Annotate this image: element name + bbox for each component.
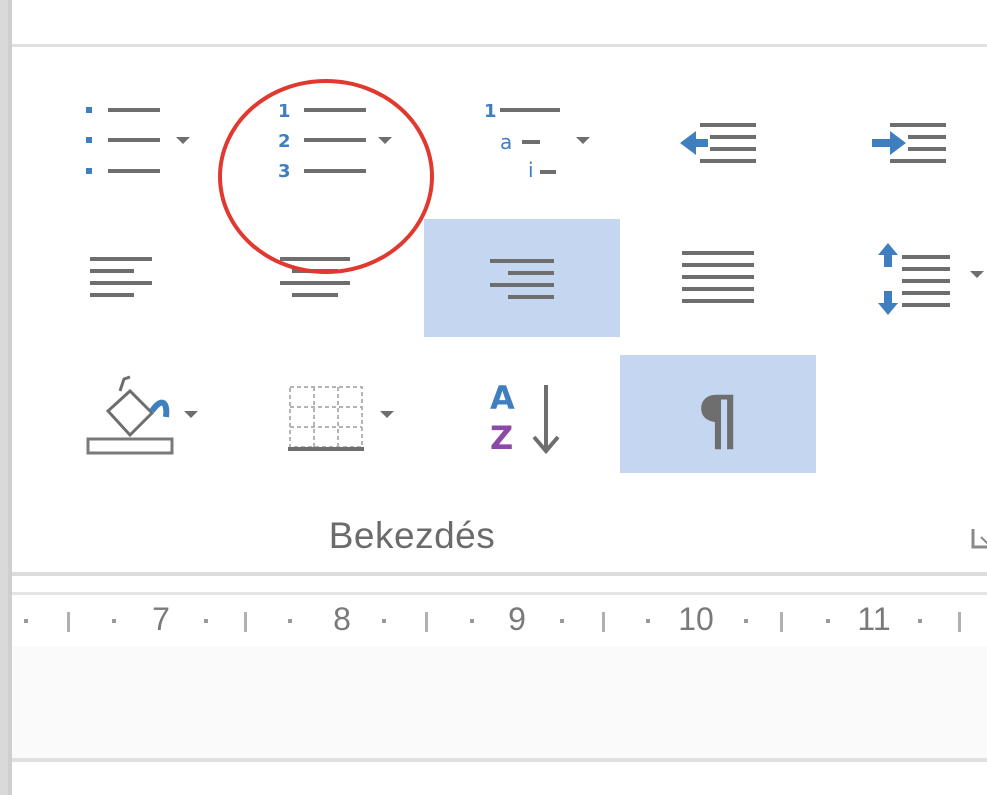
list-number-2: 2 bbox=[278, 131, 291, 152]
group-label: Bekezdés bbox=[328, 515, 496, 556]
ruler-scale: 7 8 9 10 11 bbox=[12, 592, 987, 637]
document-area[interactable] bbox=[12, 646, 987, 762]
line-spacing-button[interactable] bbox=[796, 219, 987, 337]
ruler-tick bbox=[244, 612, 247, 632]
sort-az-icon: A Z bbox=[490, 379, 560, 457]
window-bottom bbox=[12, 762, 987, 795]
level-glyph-1: 1 bbox=[484, 101, 497, 122]
line-spacing-icon bbox=[878, 243, 984, 315]
multilevel-list-button[interactable]: 1 a i bbox=[404, 77, 600, 195]
ruler-label: 10 bbox=[678, 601, 714, 637]
justify-button[interactable] bbox=[620, 219, 816, 337]
ruler-label: 7 bbox=[152, 601, 170, 637]
ruler-dot bbox=[560, 619, 564, 623]
ruler-label: 9 bbox=[508, 601, 526, 637]
word-window: 1 2 3 1 a i A Z ¶ Bekezdés 7 8 9 10 11 bbox=[8, 0, 987, 795]
pilcrow-icon: ¶ bbox=[697, 382, 739, 459]
ruler-dot bbox=[826, 619, 830, 623]
chevron-down-icon bbox=[380, 411, 394, 418]
align-right-icon bbox=[490, 259, 554, 299]
horizontal-ruler: 7 8 9 10 11 bbox=[12, 572, 987, 650]
ruler-dot bbox=[204, 619, 208, 623]
ruler-tick bbox=[67, 612, 70, 632]
align-right-button[interactable] bbox=[424, 219, 620, 337]
sort-letter-z: Z bbox=[490, 419, 513, 457]
dialog-launcher-icon bbox=[971, 529, 987, 549]
bullet-list-icon bbox=[86, 107, 190, 174]
ruler-dot bbox=[470, 619, 474, 623]
justify-icon bbox=[682, 251, 754, 303]
chevron-down-icon bbox=[970, 271, 984, 278]
ruler-dot bbox=[382, 619, 386, 623]
borders-icon bbox=[288, 386, 394, 451]
ruler-dot bbox=[744, 619, 748, 623]
list-number-3: 3 bbox=[278, 161, 291, 182]
align-center-button[interactable] bbox=[208, 219, 404, 337]
paragraph-group: 1 2 3 1 a i A Z ¶ Bekezdés bbox=[12, 47, 987, 572]
numbering-button[interactable]: 1 2 3 bbox=[208, 77, 404, 195]
chevron-down-icon bbox=[378, 137, 392, 144]
increase-indent-button[interactable] bbox=[796, 77, 987, 195]
align-center-icon bbox=[280, 257, 350, 297]
ruler-tick bbox=[425, 612, 428, 632]
chevron-down-icon bbox=[576, 137, 590, 144]
show-formatting-button[interactable]: ¶ bbox=[620, 355, 816, 473]
ruler-dot bbox=[646, 619, 650, 623]
bullets-button[interactable] bbox=[12, 77, 208, 195]
numbered-list-icon: 1 2 3 bbox=[278, 101, 392, 182]
borders-button[interactable] bbox=[208, 355, 404, 473]
sort-button[interactable]: A Z bbox=[404, 355, 600, 473]
pilcrow-glyph: ¶ bbox=[697, 382, 739, 459]
align-left-icon bbox=[90, 257, 152, 297]
ruler-label: 8 bbox=[333, 601, 351, 637]
increase-indent-icon bbox=[872, 123, 946, 163]
ruler-tick bbox=[958, 612, 961, 632]
dialog-launcher-button[interactable] bbox=[971, 525, 987, 551]
level-glyph-i: i bbox=[528, 158, 534, 182]
chevron-down-icon bbox=[184, 411, 198, 418]
ruler-tick bbox=[780, 612, 783, 632]
sort-letter-a: A bbox=[490, 379, 515, 417]
ribbon-tab-strip bbox=[12, 0, 987, 47]
level-glyph-a: a bbox=[500, 130, 512, 154]
ruler-dot bbox=[918, 619, 922, 623]
ruler-dot bbox=[112, 619, 116, 623]
multilevel-list-icon: 1 a i bbox=[484, 101, 590, 182]
ruler-label: 11 bbox=[857, 601, 891, 637]
align-left-button[interactable] bbox=[12, 219, 208, 337]
ruler-tick bbox=[602, 612, 605, 632]
shading-button[interactable] bbox=[12, 355, 208, 473]
decrease-indent-icon bbox=[680, 123, 756, 163]
ruler-dot bbox=[24, 619, 28, 623]
list-number-1: 1 bbox=[278, 101, 291, 122]
ruler-dot bbox=[288, 619, 292, 623]
decrease-indent-button[interactable] bbox=[600, 77, 796, 195]
paint-bucket-icon bbox=[86, 375, 198, 455]
chevron-down-icon bbox=[176, 137, 190, 144]
